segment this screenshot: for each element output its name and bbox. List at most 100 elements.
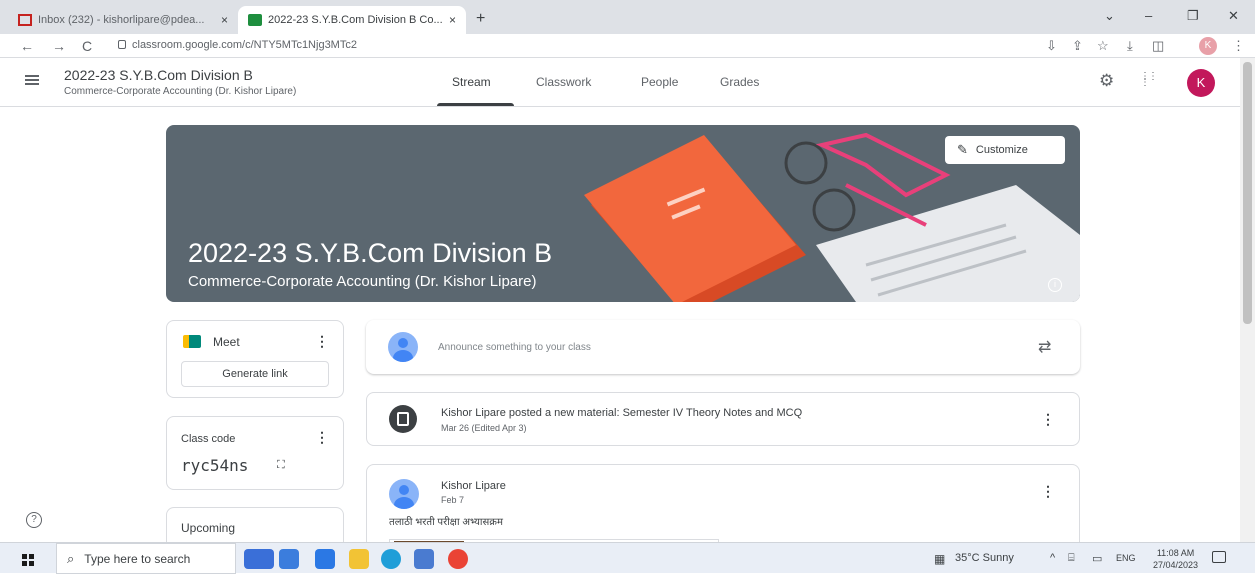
tab-title: Inbox (232) - kishorlipare@pdea... [38,14,205,26]
class-code-menu-icon[interactable]: ⋮ [315,429,329,446]
class-subtitle: Commerce-Corporate Accounting (Dr. Kisho… [64,86,297,97]
notifications-icon[interactable] [1212,551,1226,563]
url-text: classroom.google.com/c/NTY5MTc1Njg3MTc2 [132,39,357,51]
tab-close-icon[interactable]: × [221,13,228,27]
taskbar-search[interactable]: ⌕ Type here to search [56,543,236,574]
weather-text[interactable]: 35°C Sunny [955,552,1014,564]
pencil-icon: ✎ [957,142,968,157]
classroom-icon [248,14,262,26]
browser-profile-avatar[interactable]: K [1199,37,1217,55]
clock-date: 27/04/2023 [1153,560,1199,570]
post-title: Kishor Lipare posted a new material: Sem… [441,407,803,419]
tab-close-icon[interactable]: × [449,13,456,27]
customize-button[interactable]: ✎ Customize [945,136,1065,164]
task-view-icon[interactable] [279,549,299,569]
classroom-header: 2022-23 S.Y.B.Com Division B Commerce-Co… [0,58,1240,107]
reload-icon[interactable]: C [82,38,92,54]
minimize-button[interactable]: – [1145,8,1152,23]
book-shape [584,135,806,302]
lock-icon [118,40,126,49]
download-icon[interactable]: ⤓ [1127,38,1133,54]
class-code-label: Class code [181,433,236,445]
stream-post[interactable]: Kishor Lipare posted a new material: Sem… [366,392,1080,446]
class-banner: ✎ Customize 2022-23 S.Y.B.Com Division B… [166,125,1080,302]
class-code-value: ryc54ns [181,456,249,475]
glasses-frame [815,132,951,227]
tab-people[interactable]: People [641,75,678,89]
post-date: Mar 26 (Edited Apr 3) [441,423,527,433]
browser-menu-icon[interactable]: ⋮ [1232,38,1245,54]
share-icon[interactable]: ⇪ [1072,38,1083,54]
banner-title: 2022-23 S.Y.B.Com Division B [188,238,553,268]
author-avatar [389,479,419,509]
forward-icon[interactable]: → [52,38,66,54]
new-tab-button[interactable]: + [476,10,485,28]
side-panel-icon[interactable]: ◫ [1152,38,1164,54]
settings-icon[interactable]: ⚙ [1099,71,1114,91]
page-scrollbar[interactable] [1240,58,1255,542]
weather-icon[interactable]: ▦ [934,552,945,566]
bookmark-star-icon[interactable]: ☆ [1097,38,1109,54]
class-code-card: Class code ⋮ ryc54ns ⛶ [166,416,344,490]
post-menu-icon[interactable]: ⋮ [1041,483,1055,500]
banner-subtitle: Commerce-Corporate Accounting (Dr. Kisho… [188,273,537,290]
back-icon[interactable]: ← [20,38,34,54]
account-avatar[interactable]: K [1187,69,1215,97]
tab-gmail[interactable]: Inbox (232) - kishorlipare@pdea... × [8,6,238,34]
clock-time: 11:08 AM [1156,548,1195,558]
expand-icon[interactable]: ⛶ [277,459,285,472]
info-icon[interactable]: i [1048,278,1062,292]
network-icon[interactable]: ⌸ [1068,552,1075,565]
mail-icon[interactable] [315,549,335,569]
help-icon[interactable]: ? [26,512,42,528]
address-bar: ← → C classroom.google.com/c/NTY5MTc1Njg… [0,34,1255,58]
active-tab-indicator [437,103,514,106]
install-icon[interactable]: ⇩ [1046,38,1057,54]
news-widget-icon[interactable] [244,549,274,569]
class-title[interactable]: 2022-23 S.Y.B.Com Division B [64,67,253,83]
tab-search-chevron-icon[interactable]: ⌄ [1104,8,1115,24]
edge-icon[interactable] [381,549,401,569]
customize-label: Customize [975,144,1028,156]
tab-stream[interactable]: Stream [452,75,491,89]
windows-taskbar: ⌕ Type here to search ▦ 35°C Sunny ^ ⌸ ▭… [0,542,1255,574]
search-icon: ⌕ [67,550,75,566]
taskbar-search-placeholder: Type here to search [84,551,191,566]
post-menu-icon[interactable]: ⋮ [1041,411,1055,428]
tab-grades[interactable]: Grades [720,75,759,89]
gmail-icon [18,14,32,26]
url-field[interactable]: classroom.google.com/c/NTY5MTc1Njg3MTc2 [118,39,357,51]
tab-title: 2022-23 S.Y.B.Com Division B Co... [268,14,443,26]
meet-menu-icon[interactable]: ⋮ [315,333,329,350]
store-icon[interactable] [414,549,434,569]
material-icon [389,405,417,433]
file-explorer-icon[interactable] [349,549,369,569]
newspaper-shape [816,185,1080,302]
taskbar-clock[interactable]: 11:08 AM 27/04/2023 [1153,547,1198,571]
meet-card: Meet ⋮ Generate link [166,320,344,398]
post-author: Kishor Lipare [441,480,506,492]
user-avatar [388,332,418,362]
meet-label: Meet [213,335,240,349]
tray-chevron-icon[interactable]: ^ [1050,552,1055,564]
announce-placeholder: Announce something to your class [438,342,591,353]
browser-tab-strip: Inbox (232) - kishorlipare@pdea... × 202… [0,0,1255,34]
main-menu-icon[interactable] [25,75,39,85]
post-text: तलाठी भरती परीक्षा अभ्यासक्रम [389,517,503,528]
stream-post: Kishor Lipare Feb 7 ⋮ तलाठी भरती परीक्षा… [366,464,1080,554]
chrome-icon[interactable] [448,549,468,569]
windows-start-icon[interactable] [22,554,34,566]
scrollbar-thumb[interactable] [1243,62,1252,324]
restore-button[interactable]: ❐ [1187,8,1199,24]
tab-classwork[interactable]: Classwork [536,75,591,89]
repost-icon[interactable]: ⇄ [1038,337,1051,357]
announce-box[interactable]: Announce something to your class ⇄ [366,320,1080,374]
language-indicator[interactable]: ENG [1116,553,1136,563]
battery-icon[interactable]: ▭ [1092,552,1102,565]
tab-classroom[interactable]: 2022-23 S.Y.B.Com Division B Co... × [238,6,466,34]
upcoming-label: Upcoming [181,521,236,535]
generate-link-button[interactable]: Generate link [181,361,329,387]
close-window-button[interactable]: ✕ [1228,8,1239,24]
google-apps-icon[interactable]: ⋮⋮⋮ [1140,72,1158,88]
post-date: Feb 7 [441,495,465,505]
